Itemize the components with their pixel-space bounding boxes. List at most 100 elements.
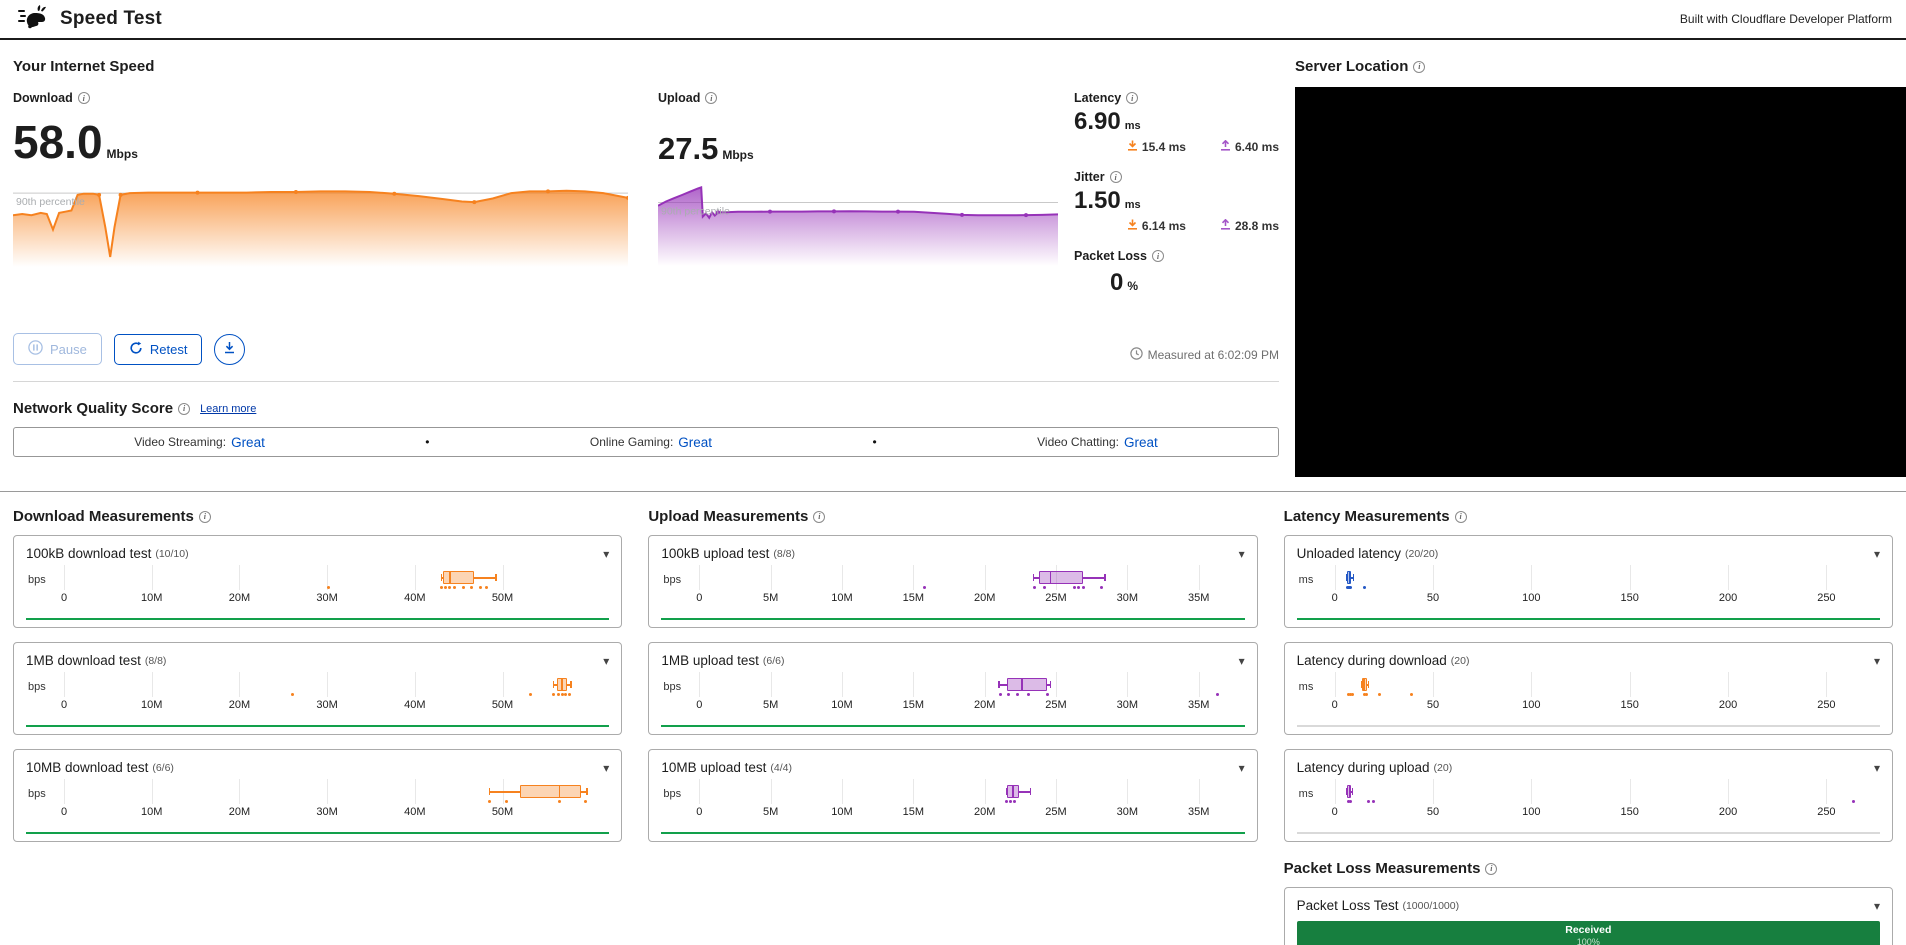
card-status-line (661, 618, 1244, 620)
upload-value: 27.5 (658, 131, 718, 166)
card-title: 1MB download test (26, 653, 141, 668)
quality-item-video-streaming: Video Streaming: Great (134, 435, 265, 450)
axis-tick-label: 0 (696, 592, 702, 604)
download-spark-chart: 90th percentile (13, 179, 628, 272)
info-icon[interactable] (1485, 863, 1497, 875)
export-results-button[interactable] (214, 334, 245, 365)
whisker-cap (1353, 574, 1355, 581)
card-test-count: (4/4) (770, 762, 792, 774)
card-title: 1MB upload test (661, 653, 759, 668)
download-gauge: Download 58.0Mbps 90th percentile (13, 91, 628, 313)
axis-tick (985, 672, 986, 697)
axis-tick-label: 30M (316, 806, 337, 818)
jitter-label: Jitter (1074, 170, 1105, 184)
axis-tick (1127, 565, 1128, 590)
axis-tick-label: 15M (903, 699, 924, 711)
axis-tick-label: 50 (1427, 699, 1439, 711)
caret-down-icon[interactable]: ▾ (1874, 548, 1880, 560)
bullet-separator: • (425, 435, 429, 449)
axis-tick-label: 40M (404, 699, 425, 711)
caret-down-icon[interactable]: ▾ (1874, 900, 1880, 912)
card-test-count: (8/8) (773, 548, 795, 560)
info-icon[interactable] (813, 511, 825, 523)
info-icon[interactable] (1152, 250, 1164, 262)
card-test-count: (8/8) (145, 655, 167, 667)
axis-tick-label: 150 (1621, 806, 1639, 818)
axis-unit-label: bps (663, 574, 681, 586)
info-icon[interactable] (78, 92, 90, 104)
learn-more-link[interactable]: Learn more (200, 403, 256, 415)
caret-down-icon[interactable]: ▾ (603, 548, 609, 560)
data-point (479, 586, 482, 589)
info-icon[interactable] (1413, 61, 1425, 73)
packet-loss-received-bar: Received100% (1297, 921, 1880, 945)
card-title: Latency during upload (1297, 760, 1430, 775)
axis-tick-label: 15M (903, 592, 924, 604)
axis-tick (699, 779, 700, 804)
caret-down-icon[interactable]: ▾ (1239, 548, 1245, 560)
axis-tick (1630, 565, 1631, 590)
axis-tick-label: 20M (974, 592, 995, 604)
whisker-cap (1104, 574, 1106, 581)
info-icon[interactable] (1455, 511, 1467, 523)
data-point (1363, 586, 1366, 589)
svg-text:90th percentile: 90th percentile (661, 206, 730, 218)
median-line (449, 571, 451, 584)
axis-unit-label: bps (663, 681, 681, 693)
axis-tick (1630, 779, 1631, 804)
whisker-cap (1030, 788, 1032, 795)
info-icon[interactable] (178, 403, 190, 415)
measurement-column: Download Measurements100kB download test… (13, 492, 622, 945)
axis-tick-label: 30M (316, 699, 337, 711)
caret-down-icon[interactable]: ▾ (1874, 655, 1880, 667)
axis-tick-label: 0 (61, 592, 67, 604)
caret-down-icon[interactable]: ▾ (1874, 762, 1880, 774)
data-point (327, 586, 330, 589)
axis-tick-label: 10M (831, 592, 852, 604)
built-with-label: Built with Cloudflare Developer Platform (1680, 12, 1892, 26)
latency-upload-value: 6.40 ms (1235, 140, 1279, 154)
data-point (1410, 693, 1413, 696)
caret-down-icon[interactable]: ▾ (1239, 762, 1245, 774)
card-status-line (1297, 725, 1880, 727)
axis-tick-label: 25M (1045, 592, 1066, 604)
latency-value: 6.90 (1074, 108, 1121, 135)
caret-down-icon[interactable]: ▾ (603, 655, 609, 667)
axis-tick (239, 565, 240, 590)
info-icon[interactable] (1126, 92, 1138, 104)
data-point (552, 693, 555, 696)
data-point (1027, 693, 1030, 696)
data-point (462, 586, 465, 589)
axis-tick (771, 672, 772, 697)
download-direction-icon (1127, 140, 1138, 154)
info-icon[interactable] (705, 92, 717, 104)
measurement-card: 1MB upload test(6/6)▾bps05M10M15M20M25M3… (648, 642, 1257, 735)
measurement-card: Latency during upload(20)▾ms050100150200… (1284, 749, 1893, 842)
upload-direction-icon (1220, 140, 1231, 154)
pause-button[interactable]: Pause (13, 333, 102, 365)
axis-tick-label: 25M (1045, 806, 1066, 818)
retest-button[interactable]: Retest (114, 334, 203, 365)
card-title: 100kB download test (26, 546, 151, 561)
server-location-map[interactable] (1295, 87, 1906, 477)
axis-tick-label: 40M (404, 592, 425, 604)
data-point (1033, 586, 1036, 589)
received-label: Received (1565, 924, 1611, 937)
axis-tick-label: 5M (763, 806, 778, 818)
measurement-section-title: Latency Measurements (1284, 508, 1450, 525)
axis-tick (503, 672, 504, 697)
caret-down-icon[interactable]: ▾ (1239, 655, 1245, 667)
info-icon[interactable] (1110, 171, 1122, 183)
card-test-count: (10/10) (155, 548, 188, 560)
data-point (1013, 800, 1016, 803)
axis-tick-label: 200 (1719, 699, 1737, 711)
card-test-count: (1000/1000) (1402, 900, 1459, 912)
measurements-grid: Download Measurements100kB download test… (13, 492, 1893, 945)
whisker-high (1083, 577, 1104, 579)
axis-tick (64, 779, 65, 804)
info-icon[interactable] (199, 511, 211, 523)
whisker-high (1019, 791, 1030, 793)
caret-down-icon[interactable]: ▾ (603, 762, 609, 774)
metrics-column: Latency 6.90ms 15.4 ms 6.40 ms Jitter (1074, 91, 1279, 313)
axis-tick (1728, 779, 1729, 804)
